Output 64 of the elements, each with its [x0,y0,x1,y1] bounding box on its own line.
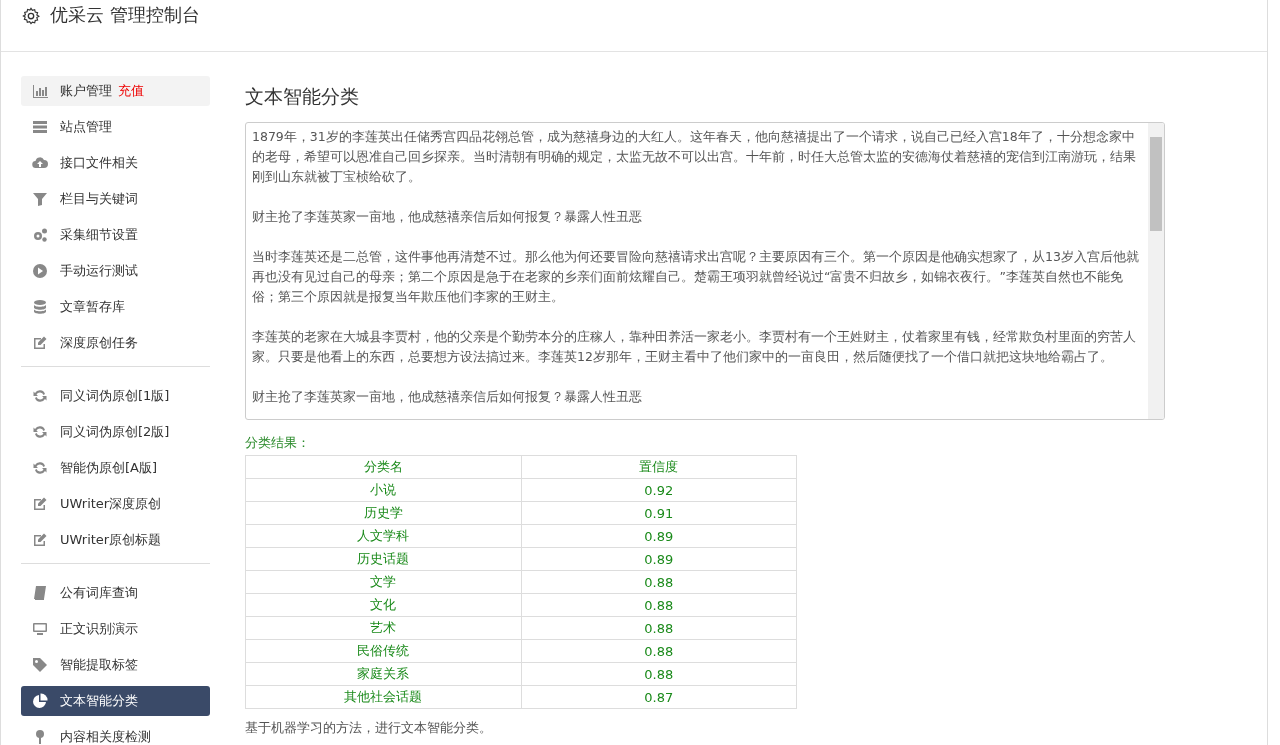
edit-icon [32,532,48,548]
page-title: 优采云 管理控制台 [50,4,200,26]
recharge-link[interactable]: 充值 [118,82,144,100]
table-cell: 历史话题 [245,547,521,571]
sidebar-item[interactable]: 账户管理 充值 [21,76,210,106]
table-cell: 0.91 [521,501,797,525]
table-cell: 其他社会话题 [245,685,521,709]
sidebar-item[interactable]: 文本智能分类 [21,686,210,716]
scrollbar[interactable] [1148,123,1164,419]
table-cell: 艺术 [245,616,521,640]
sidebar-item[interactable]: 栏目与关键词 [21,184,210,214]
book-icon [32,585,48,601]
text-area[interactable]: 1879年，31岁的李莲英出任储秀宫四品花翎总管，成为慈禧身边的大红人。这年春天，他向慈禧提出了一个请求，说自己已经入宫18年了，十分想念家中的老母，希望可以恩准自己回乡探亲。当时清朝有明确的规定，太监无故不可以出宫。十年前，时任大总管太监的安德海仗着慈禧的宠信到江南游玩，结果刚到山东就被丁宝桢给砍了。 财主抢了李莲英家一亩地，他成慈禧亲信后如何报复？暴露人性丑恶 当时李莲英还是二总管，这件事他再清楚不过。那么他为何还要冒险向慈禧请求出宫呢？主要原因有三个。第一个原因是他确实想家了，从13岁入宫后他就再也没有见过自己的母亲；第二个原因是急于在老家的乡亲们面前炫耀自己。楚霸王项羽就曾经说过“富贵不归故乡，如锦衣夜行。”李莲英自然也不能免俗；第三个原因就是报复当年欺压他们李家的王财主。 李莲英的老家在大城县李贾村，他的父亲是个勤劳本分的庄稼人，靠种田养活一家老小。李贾村有一个王姓财主，仗着家里有钱，经常欺负村里面的穷苦人家。只要是他看上的东西，总要想方设法搞过来。李莲英12岁那年，王财主看中了他们家中的一亩良田，然后随便找了一个借口就把这块地给霸占了。 财主抢了李莲英家一亩地，他成慈禧亲信后如何报复？暴露人性丑恶 [245,122,1165,420]
sidebar-item[interactable]: 智能提取标签 [21,650,210,680]
result-label: 分类结果： [245,434,311,452]
table-cell: 文化 [245,593,521,617]
table-cell: 0.88 [521,616,797,640]
sidebar-item[interactable]: 公有词库查询 [21,578,210,608]
table-cell: 文学 [245,570,521,594]
monitor-icon [32,621,48,637]
table-cell: 0.88 [521,593,797,617]
refresh-icon [32,460,48,476]
column-header: 置信度 [521,455,797,479]
column-header: 分类名 [245,455,521,479]
server-icon [32,119,48,135]
table-cell: 小说 [245,478,521,502]
pie-chart-icon [32,693,48,709]
edit-icon [32,496,48,512]
sidebar-item[interactable]: 正文识别演示 [21,614,210,644]
table-cell: 0.88 [521,570,797,594]
table-cell: 0.87 [521,685,797,709]
table-cell: 0.89 [521,547,797,571]
table-cell: 历史学 [245,501,521,525]
sidebar-item[interactable]: 同义词伪原创[2版] [21,417,210,447]
table-cell: 家庭关系 [245,662,521,686]
database-icon [32,299,48,315]
filter-icon [32,191,48,207]
edit-icon [32,335,48,351]
sidebar-item[interactable]: 接口文件相关 [21,148,210,178]
cloud-upload-icon [32,155,48,171]
table-cell: 0.88 [521,662,797,686]
table-cell: 0.88 [521,639,797,663]
sidebar-item[interactable]: UWriter原创标题 [21,525,210,555]
table-cell: 人文学科 [245,524,521,548]
sidebar-item[interactable]: 同义词伪原创[1版] [21,381,210,411]
refresh-icon [32,424,48,440]
sidebar-item[interactable]: UWriter深度原创 [21,489,210,519]
bar-chart-icon [32,83,48,99]
sidebar-item[interactable]: 文章暂存库 [21,292,210,322]
tag-icon [32,657,48,673]
sidebar-item[interactable]: 采集细节设置 [21,220,210,250]
description-text: 基于机器学习的方法，进行文本智能分类。 [245,719,493,737]
settings-icon [22,7,40,25]
sidebar-item[interactable]: 智能伪原创[A版] [21,453,210,483]
table-cell: 民俗传统 [245,639,521,663]
sidebar-item[interactable]: 深度原创任务 [21,328,210,358]
table-cell: 0.92 [521,478,797,502]
play-icon [32,263,48,279]
sidebar-item[interactable]: 内容相关度检测 [21,722,210,745]
refresh-icon [32,388,48,404]
sidebar-item[interactable]: 站点管理 [21,112,210,142]
sidebar-item[interactable]: 手动运行测试 [21,256,210,286]
table-cell: 0.89 [521,524,797,548]
section-title: 文本智能分类 [245,84,360,109]
